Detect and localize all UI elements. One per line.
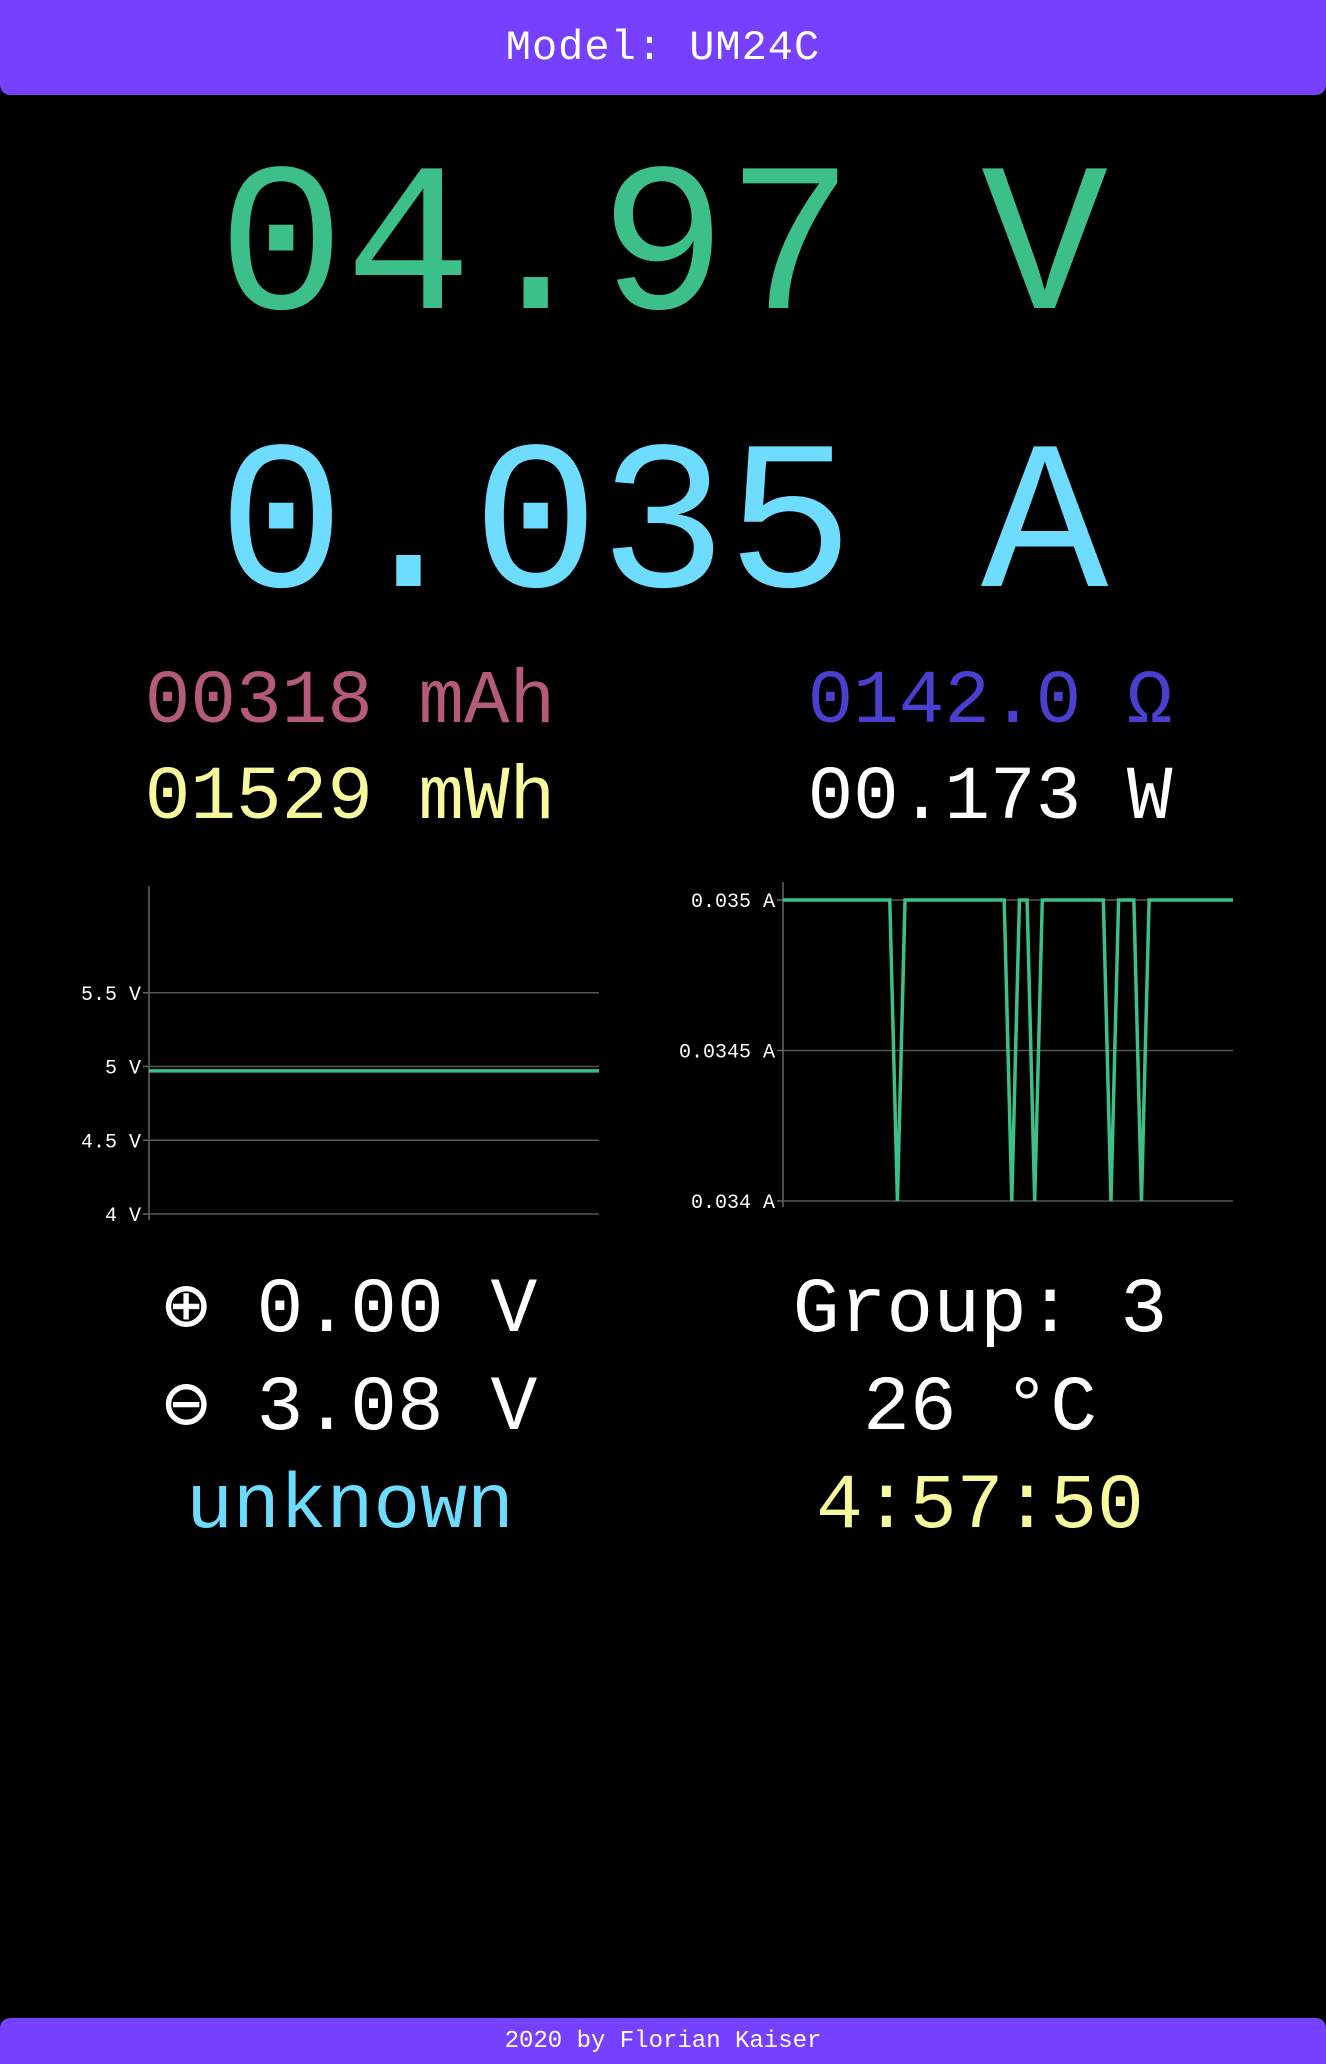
capacity-reading: 00318 mAh xyxy=(144,659,556,745)
charging-mode: unknown xyxy=(186,1463,514,1551)
current-chart: 0.034 A 0.0345 A 0.035 A xyxy=(640,870,1240,1230)
voltage-chart: 4 V 4.5 V 5 V 5.5 V xyxy=(50,870,610,1230)
current-chart-tick-label: 0.034 A xyxy=(691,1192,775,1215)
resistance-reading: 0142.0 Ω xyxy=(807,659,1173,745)
voltage-chart-tick-label: 5 V xyxy=(105,1058,141,1081)
data-plus-voltage: ⊕ 0.00 V xyxy=(162,1267,538,1355)
voltage-reading: 04.97 V xyxy=(217,132,1109,372)
footer-credit: 2020 by Florian Kaiser xyxy=(504,2027,822,2055)
model-title: Model: UM24C xyxy=(505,23,821,72)
data-minus-voltage: ⊖ 3.08 V xyxy=(162,1365,538,1453)
header-bar: Model: UM24C xyxy=(0,0,1326,95)
energy-reading: 01529 mWh xyxy=(144,755,556,841)
footer-bar: 2020 by Florian Kaiser xyxy=(0,2018,1326,2064)
current-chart-tick-label: 0.035 A xyxy=(691,891,775,914)
voltage-chart-tick-label: 5.5 V xyxy=(81,984,141,1007)
current-chart-tick-label: 0.0345 A xyxy=(679,1042,775,1065)
group-indicator: Group: 3 xyxy=(792,1267,1168,1355)
elapsed-time: 4:57:50 xyxy=(816,1463,1144,1551)
current-reading: 0.035 A xyxy=(217,410,1109,650)
voltage-chart-tick-label: 4 V xyxy=(105,1205,141,1228)
voltage-chart-tick-label: 4.5 V xyxy=(81,1131,141,1154)
current-chart-svg: 0.034 A 0.0345 A 0.035 A xyxy=(679,882,1233,1215)
voltage-chart-svg: 4 V 4.5 V 5 V 5.5 V xyxy=(81,886,599,1228)
power-reading: 00.173 W xyxy=(807,755,1173,841)
temperature-reading: 26 °C xyxy=(862,1365,1098,1453)
